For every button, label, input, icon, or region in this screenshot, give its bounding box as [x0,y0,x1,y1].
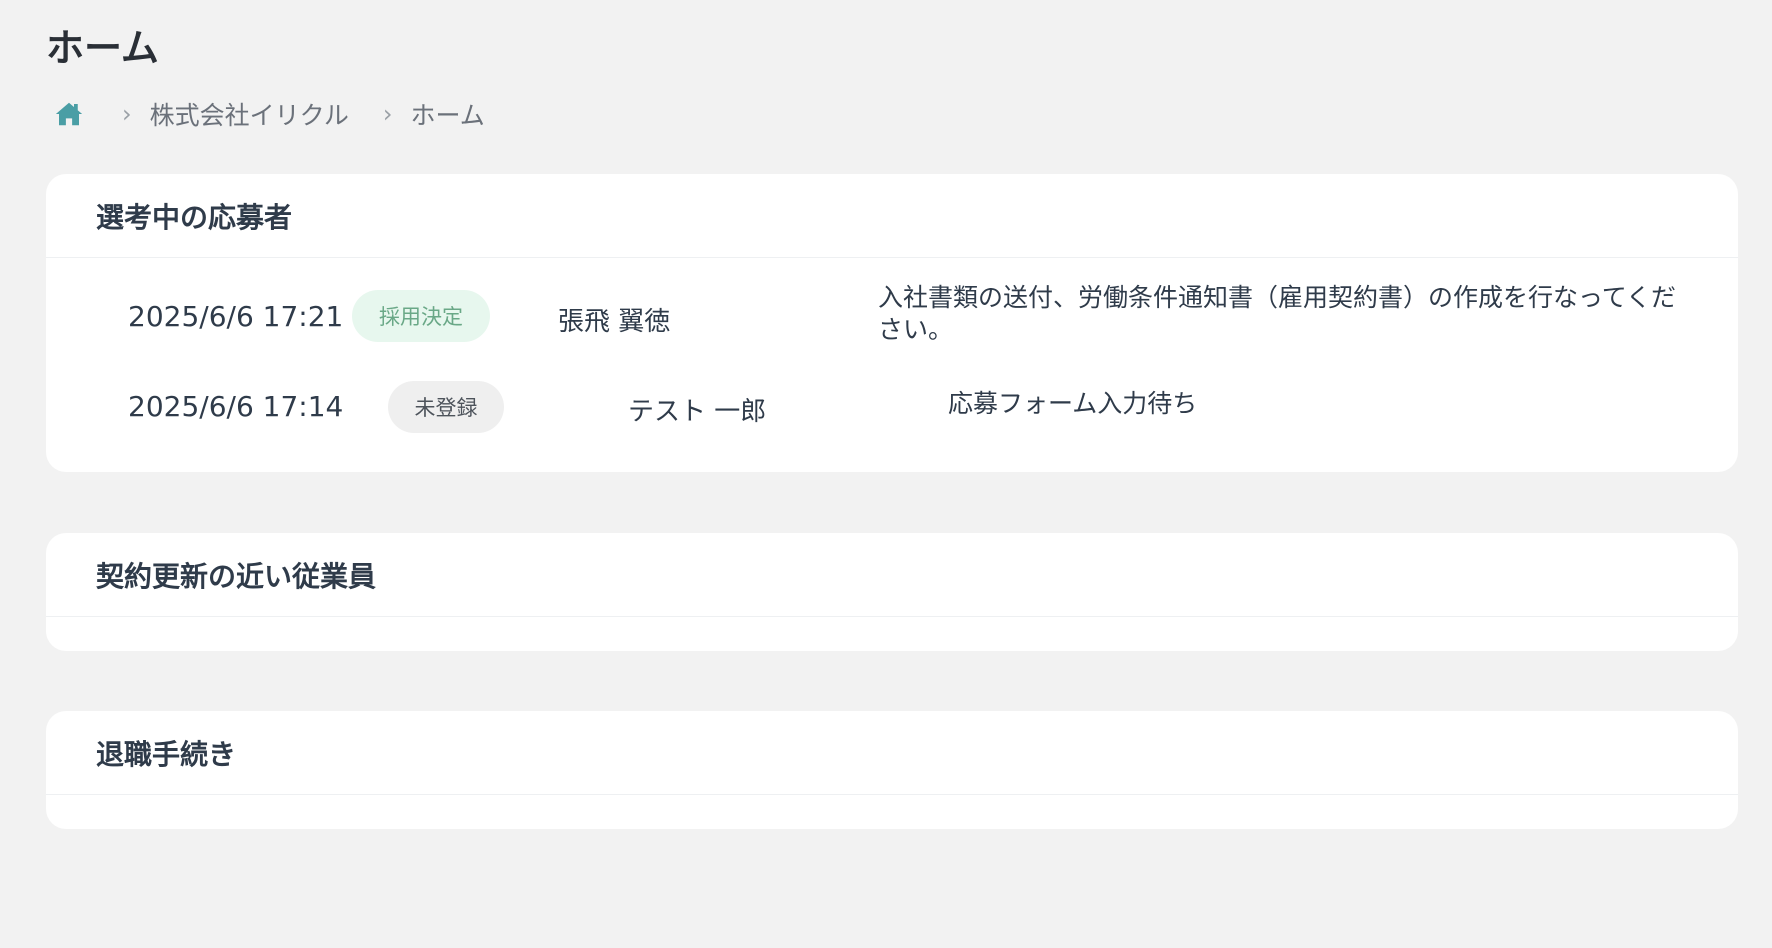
applicant-name[interactable]: 張飛 翼徳 [558,301,670,338]
applicants-card-title: 選考中の応募者 [96,200,293,234]
applicant-date: 2025/6/6 17:21 [128,300,344,333]
page-title: ホーム [46,26,159,70]
applicant-row[interactable]: 2025/6/6 17:14 未登録 テスト 一郎 応募フォーム入力待ち [46,360,1738,450]
breadcrumb-item-home: ホーム [410,101,485,130]
home-icon[interactable] [54,99,84,129]
applicant-name[interactable]: テスト 一郎 [628,391,766,428]
applicants-list: 2025/6/6 17:21 採用決定 張飛 翼徳 入社書類の送付、労働条件通知… [46,258,1738,438]
applicant-next-action: 入社書類の送付、労働条件通知書（雇用契約書）の作成を行なってください。 [878,283,1677,344]
breadcrumb-separator: › [122,100,132,128]
applicant-next-action: 応募フォーム入力待ち [948,389,1198,418]
status-badge: 未登録 [388,381,504,433]
breadcrumb: › 株式会社イリクル › ホーム [54,96,485,132]
contract-renewal-card-header: 契約更新の近い従業員 [46,533,1738,617]
applicant-date: 2025/6/6 17:14 [128,390,344,423]
applicant-row[interactable]: 2025/6/6 17:21 採用決定 張飛 翼徳 入社書類の送付、労働条件通知… [46,270,1738,360]
contract-renewal-card-title: 契約更新の近い従業員 [96,559,377,593]
contract-renewal-card: 契約更新の近い従業員 [46,533,1738,651]
breadcrumb-separator: › [382,100,393,128]
retirement-card-title: 退職手続き [96,737,237,771]
applicants-card-header: 選考中の応募者 [46,174,1738,258]
retirement-card: 退職手続き [46,711,1738,829]
breadcrumb-item-company[interactable]: 株式会社イリクル [150,96,349,132]
applicants-card: 選考中の応募者 2025/6/6 17:21 採用決定 張飛 翼徳 入社書類の送… [46,174,1738,472]
status-badge: 採用決定 [352,290,490,342]
retirement-card-header: 退職手続き [46,711,1738,795]
